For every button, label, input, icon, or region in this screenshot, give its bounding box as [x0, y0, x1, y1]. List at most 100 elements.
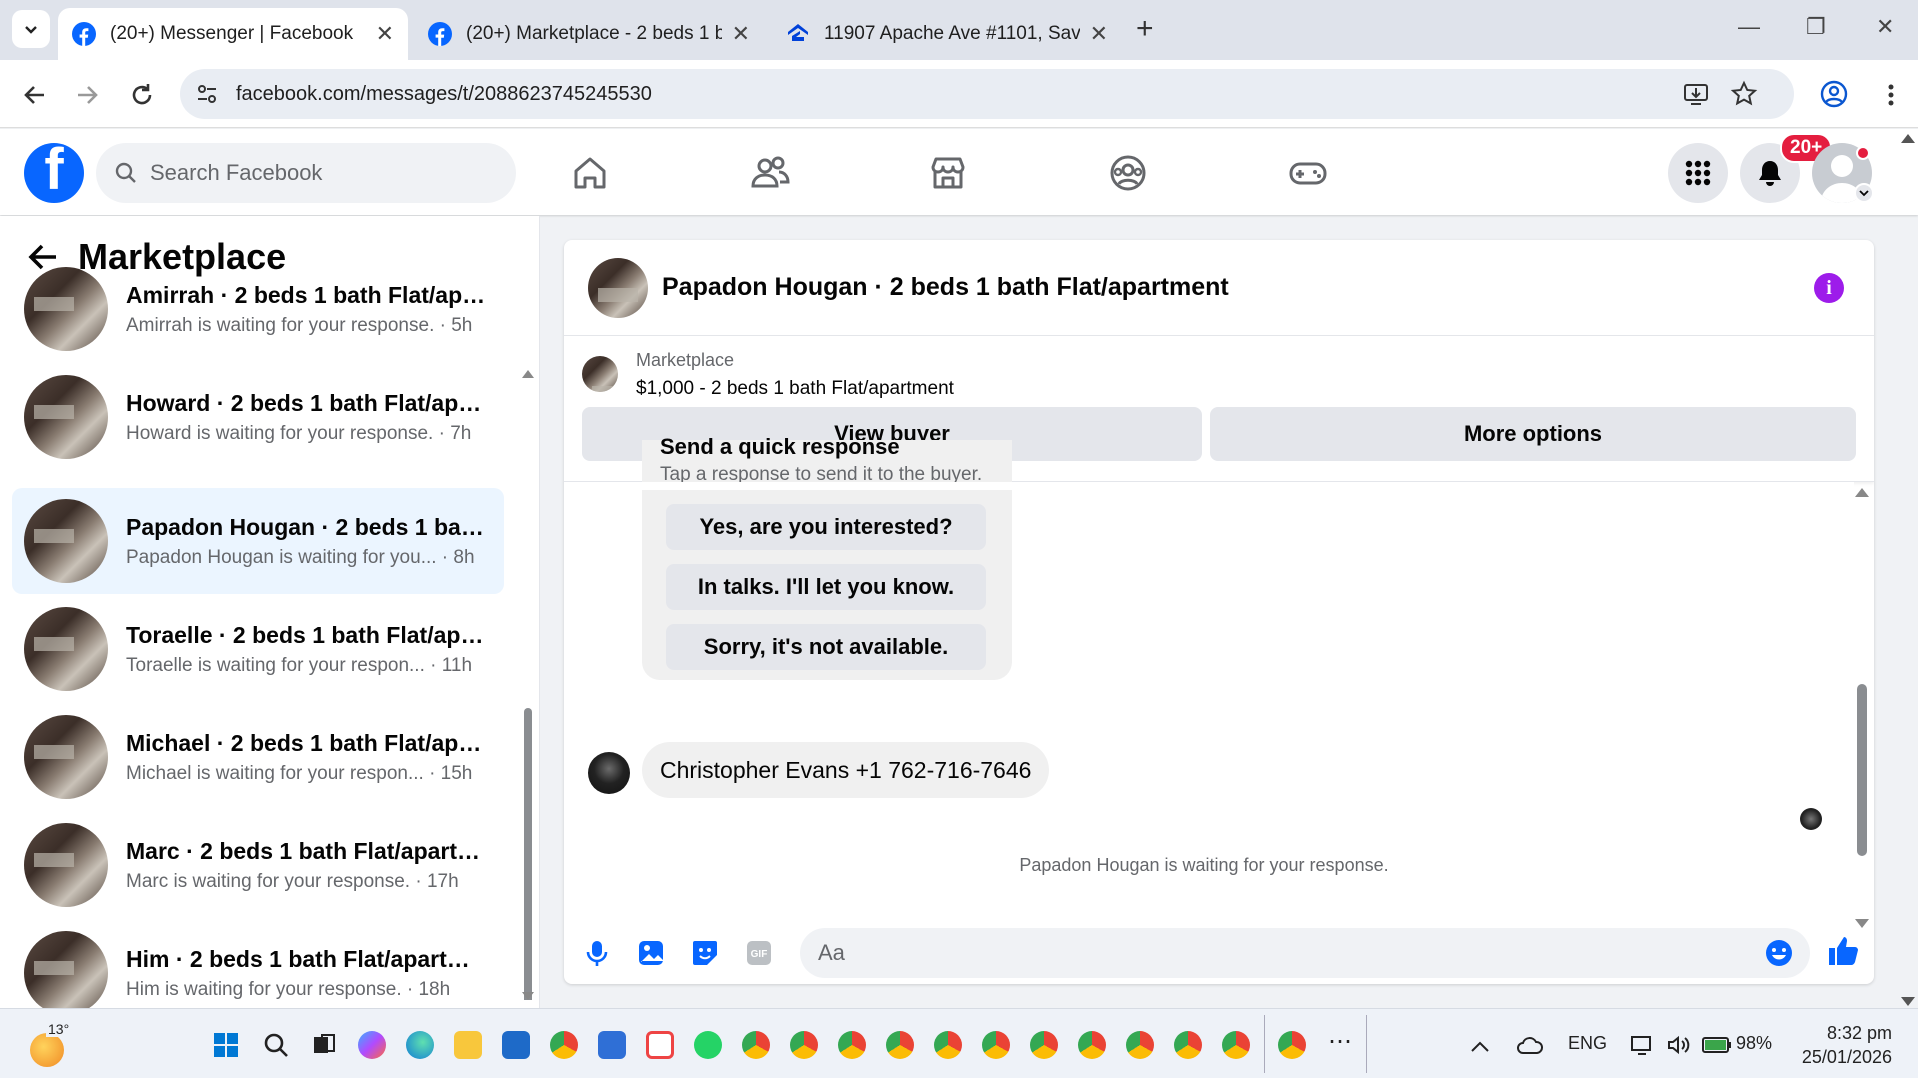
close-window-button[interactable]: ✕ [1876, 14, 1894, 40]
kebab-menu-icon[interactable] [1876, 80, 1906, 110]
chrome-profile-icon[interactable] [934, 1031, 962, 1059]
battery-icon[interactable] [1702, 1035, 1732, 1055]
info-icon[interactable]: i [1814, 273, 1844, 303]
thumbs-up-icon[interactable] [1826, 934, 1860, 968]
close-tab-icon[interactable]: ✕ [732, 21, 750, 47]
gif-icon[interactable]: GIF [744, 938, 774, 968]
chat-scrollbar[interactable] [1854, 488, 1870, 928]
tab-title: (20+) Messenger | Facebook [110, 23, 354, 44]
marketplace-icon[interactable] [926, 151, 970, 195]
message-composer: GIF Aa [564, 920, 1874, 984]
tab-search-button[interactable] [12, 10, 50, 48]
gaming-icon[interactable] [1286, 151, 1330, 195]
emoji-icon[interactable] [1764, 938, 1794, 968]
clock-time: 8:32 pm [1826, 1023, 1892, 1043]
tab-marketplace[interactable]: (20+) Marketplace - 2 beds 1 ba ✕ [414, 8, 764, 60]
back-icon[interactable] [20, 80, 50, 110]
message-bubble[interactable]: Christopher Evans +1 762-716-7646 [642, 742, 1050, 798]
zillow-icon [788, 24, 808, 41]
more-apps-icon[interactable]: ⋯ [1328, 1027, 1352, 1056]
chrome-profile-icon[interactable] [982, 1031, 1010, 1059]
reload-icon[interactable] [127, 80, 157, 110]
language-indicator[interactable]: ENG [1568, 1033, 1607, 1054]
home-icon[interactable] [568, 151, 612, 195]
chrome-profile-icon[interactable] [1174, 1031, 1202, 1059]
clock[interactable]: 8:32 pm 25/01/2026 [1796, 1021, 1892, 1069]
chat-title[interactable]: Papadon Hougan · 2 beds 1 bath Flat/apar… [662, 273, 1229, 302]
chrome-profile-icon[interactable] [1278, 1031, 1306, 1059]
sender-avatar[interactable] [588, 752, 630, 794]
photo-icon[interactable] [636, 938, 666, 968]
store-icon[interactable] [502, 1031, 530, 1059]
page-scrollbar[interactable] [1900, 134, 1916, 1006]
conversation-name: Amirrah · 2 beds 1 bath Flat/apa... [126, 281, 486, 308]
outlook-icon[interactable] [598, 1031, 626, 1059]
close-tab-icon[interactable]: ✕ [1090, 21, 1108, 47]
quick-response-button[interactable]: Yes, are you interested? [666, 504, 986, 550]
task-view-icon[interactable] [310, 1031, 338, 1059]
facebook-icon [72, 22, 96, 46]
weather-icon[interactable] [30, 1033, 64, 1067]
search-icon[interactable] [262, 1031, 290, 1059]
new-tab-button[interactable]: + [1136, 12, 1154, 46]
edge-icon[interactable] [406, 1031, 434, 1059]
chat-avatar[interactable] [588, 257, 648, 318]
listing-price[interactable]: $1,000 - 2 beds 1 bath Flat/apartment [636, 378, 954, 400]
search-placeholder: Search Facebook [150, 160, 323, 185]
conversation-item[interactable]: Howard · 2 beds 1 bath Flat/apa... Howard… [12, 364, 504, 470]
more-options-button[interactable]: More options [1210, 407, 1856, 461]
tab-zillow[interactable]: 11907 Apache Ave #1101, Savan ✕ [772, 8, 1122, 60]
conversation-item-selected[interactable]: Papadon Hougan · 2 beds 1 bath... Papadon… [12, 488, 504, 594]
chrome-profile-icon[interactable] [1078, 1031, 1106, 1059]
chrome-profile-icon[interactable] [1030, 1031, 1058, 1059]
close-tab-icon[interactable]: ✕ [376, 21, 394, 47]
search-input[interactable]: Search Facebook [96, 143, 516, 203]
quick-response-button[interactable]: Sorry, it's not available. [666, 624, 986, 670]
file-explorer-icon[interactable] [454, 1031, 482, 1059]
listing-thumbnail[interactable] [582, 356, 618, 392]
account-menu-chevron-icon[interactable] [1854, 183, 1874, 203]
onedrive-cloud-icon[interactable] [1516, 1035, 1544, 1055]
address-bar[interactable]: facebook.com/messages/t/2088623745245530 [180, 69, 1794, 119]
list-scrollbar[interactable] [522, 294, 534, 1000]
conversation-item[interactable]: Michael · 2 beds 1 bath Flat/apa... Micha… [12, 704, 504, 810]
friends-icon[interactable] [748, 151, 792, 195]
conversation-item[interactable]: Toraelle · 2 beds 1 bath Flat/apar... Tor… [12, 596, 504, 702]
message-input[interactable]: Aa [800, 928, 1810, 978]
listing-thumbnail [24, 931, 108, 1008]
conversation-item[interactable]: Marc · 2 beds 1 bath Flat/apartm... Marc … [12, 812, 504, 918]
chrome-icon[interactable] [550, 1031, 578, 1059]
restore-button[interactable]: ❐ [1806, 14, 1826, 40]
snipping-tool-icon[interactable] [646, 1031, 674, 1059]
conversation-preview: Michael is waiting for your respon... · … [126, 762, 473, 784]
facebook-logo[interactable]: f [24, 143, 84, 203]
menu-button[interactable] [1668, 143, 1728, 203]
minimize-button[interactable]: — [1738, 14, 1760, 40]
chrome-profile-icon[interactable] [742, 1031, 770, 1059]
forward-icon[interactable] [72, 80, 102, 110]
conversation-item[interactable]: Amirrah · 2 beds 1 bath Flat/apa... Amirr… [12, 256, 504, 362]
windows-start-icon[interactable] [212, 1031, 240, 1059]
clock-date: 25/01/2026 [1801, 1047, 1892, 1067]
microphone-icon[interactable] [582, 938, 612, 968]
profile-icon[interactable] [1818, 78, 1850, 110]
chevron-up-icon[interactable] [1470, 1039, 1490, 1053]
tab-title: 11907 Apache Ave #1101, Savan [824, 23, 1080, 44]
volume-icon[interactable] [1666, 1033, 1690, 1057]
chrome-profile-icon[interactable] [838, 1031, 866, 1059]
install-app-icon[interactable] [1682, 80, 1710, 108]
display-icon[interactable] [1630, 1033, 1654, 1057]
sticker-icon[interactable] [690, 938, 720, 968]
quick-response-button[interactable]: In talks. I'll let you know. [666, 564, 986, 610]
whatsapp-icon[interactable] [694, 1031, 722, 1059]
chrome-profile-icon[interactable] [790, 1031, 818, 1059]
tab-messenger[interactable]: (20+) Messenger | Facebook ✕ [58, 8, 408, 60]
chrome-profile-icon[interactable] [1222, 1031, 1250, 1059]
conversation-item[interactable]: Him · 2 beds 1 bath Flat/apartm... Him is… [12, 920, 504, 1008]
copilot-icon[interactable] [358, 1031, 386, 1059]
chrome-profile-icon[interactable] [886, 1031, 914, 1059]
chrome-profile-icon[interactable] [1126, 1031, 1154, 1059]
site-info-icon[interactable] [194, 81, 220, 107]
bookmark-star-icon[interactable] [1730, 80, 1758, 108]
groups-icon[interactable] [1106, 151, 1150, 195]
